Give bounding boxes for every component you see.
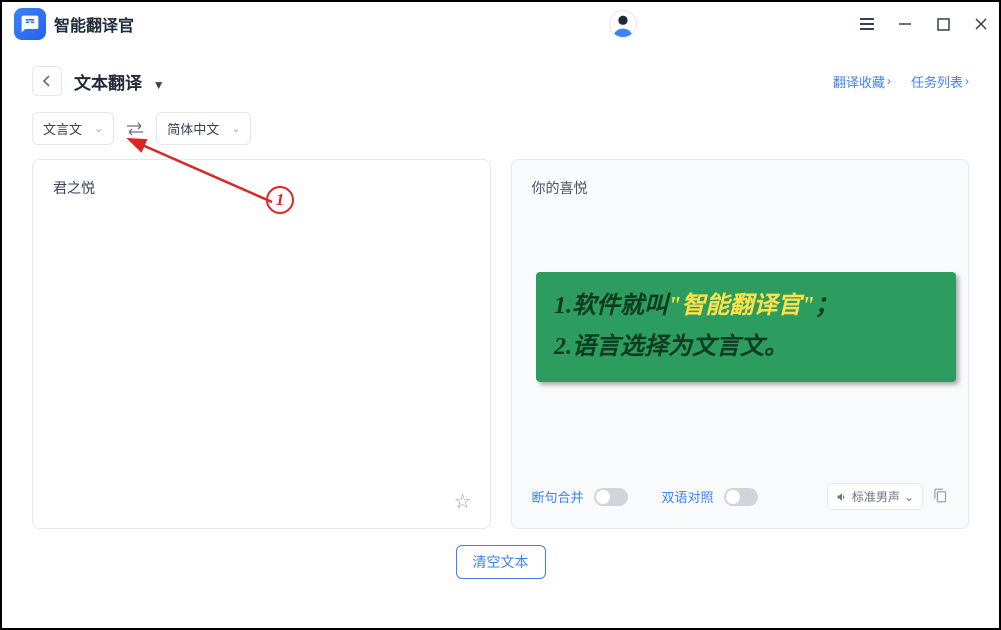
voice-label: 标准男声 [852,488,900,505]
chevron-right-icon: › [887,74,891,88]
source-language-select[interactable]: 文言文 ⌄ [32,112,114,145]
sub-header: 文本翻译 ▼ 翻译收藏 › 任务列表 › [2,46,999,112]
favorites-label: 翻译收藏 [833,72,885,91]
star-icon: ☆ [454,491,472,513]
title-bar: 智能翻译官 [2,2,999,46]
chevron-down-icon: ⌄ [231,122,240,135]
language-row: 文言文 ⌄ 简体中文 ⌄ [2,112,999,159]
page-title-text: 文本翻译 [74,74,142,93]
annotation-box: 1.软件就叫"智能翻译官"； 2.语言选择为文言文。 [536,272,956,382]
input-text[interactable]: 君之悦 [53,178,470,510]
copy-button[interactable] [933,488,948,506]
target-language-select[interactable]: 简体中文 ⌄ [156,112,251,145]
annotation-line2: 2.语言选择为文言文。 [554,327,938,368]
app-logo [14,8,46,40]
copy-icon [933,488,948,503]
back-button[interactable] [32,66,62,96]
chevron-left-icon [42,75,52,87]
annotation-line1-post: ； [815,293,839,319]
sentence-merge-label: 断句合并 [532,487,584,506]
favorites-link[interactable]: 翻译收藏 › [833,72,891,91]
caret-down-icon: ▼ [153,78,165,92]
output-controls: 断句合并 双语对照 标准男声 ⌄ [532,477,949,510]
minimize-icon [898,17,912,31]
target-language-label: 简体中文 [167,119,219,138]
favorite-button[interactable]: ☆ [454,489,472,514]
tasks-label: 任务列表 [911,72,963,91]
bottom-action-bar: 清空文本 [2,529,999,595]
input-panel: 君之悦 ☆ [32,159,491,529]
annotation-line1-pre: 1.软件就叫 [554,293,668,319]
chevron-right-icon: › [965,74,969,88]
annotation-line1-quote: "智能翻译官" [668,293,815,319]
window-controls [857,14,991,34]
source-language-label: 文言文 [43,119,82,138]
minimize-button[interactable] [895,14,915,34]
close-icon [974,17,988,31]
clear-text-button[interactable]: 清空文本 [456,545,546,579]
maximize-icon [937,18,950,31]
close-button[interactable] [971,14,991,34]
maximize-button[interactable] [933,14,953,34]
bilingual-label: 双语对照 [662,487,714,506]
user-avatar[interactable] [609,10,637,38]
speaker-icon [836,491,848,503]
page-title[interactable]: 文本翻译 ▼ [74,69,165,94]
swap-languages-button[interactable] [122,116,148,142]
app-title: 智能翻译官 [54,12,134,36]
voice-select[interactable]: 标准男声 ⌄ [827,483,923,510]
chevron-down-icon: ⌄ [904,490,914,504]
menu-button[interactable] [857,14,877,34]
sentence-merge-toggle[interactable] [594,488,628,506]
bilingual-toggle[interactable] [724,488,758,506]
chevron-down-icon: ⌄ [94,122,103,135]
swap-icon [126,122,144,136]
hamburger-icon [860,18,874,30]
tasks-link[interactable]: 任务列表 › [911,72,969,91]
chat-bubble-icon [20,14,40,34]
